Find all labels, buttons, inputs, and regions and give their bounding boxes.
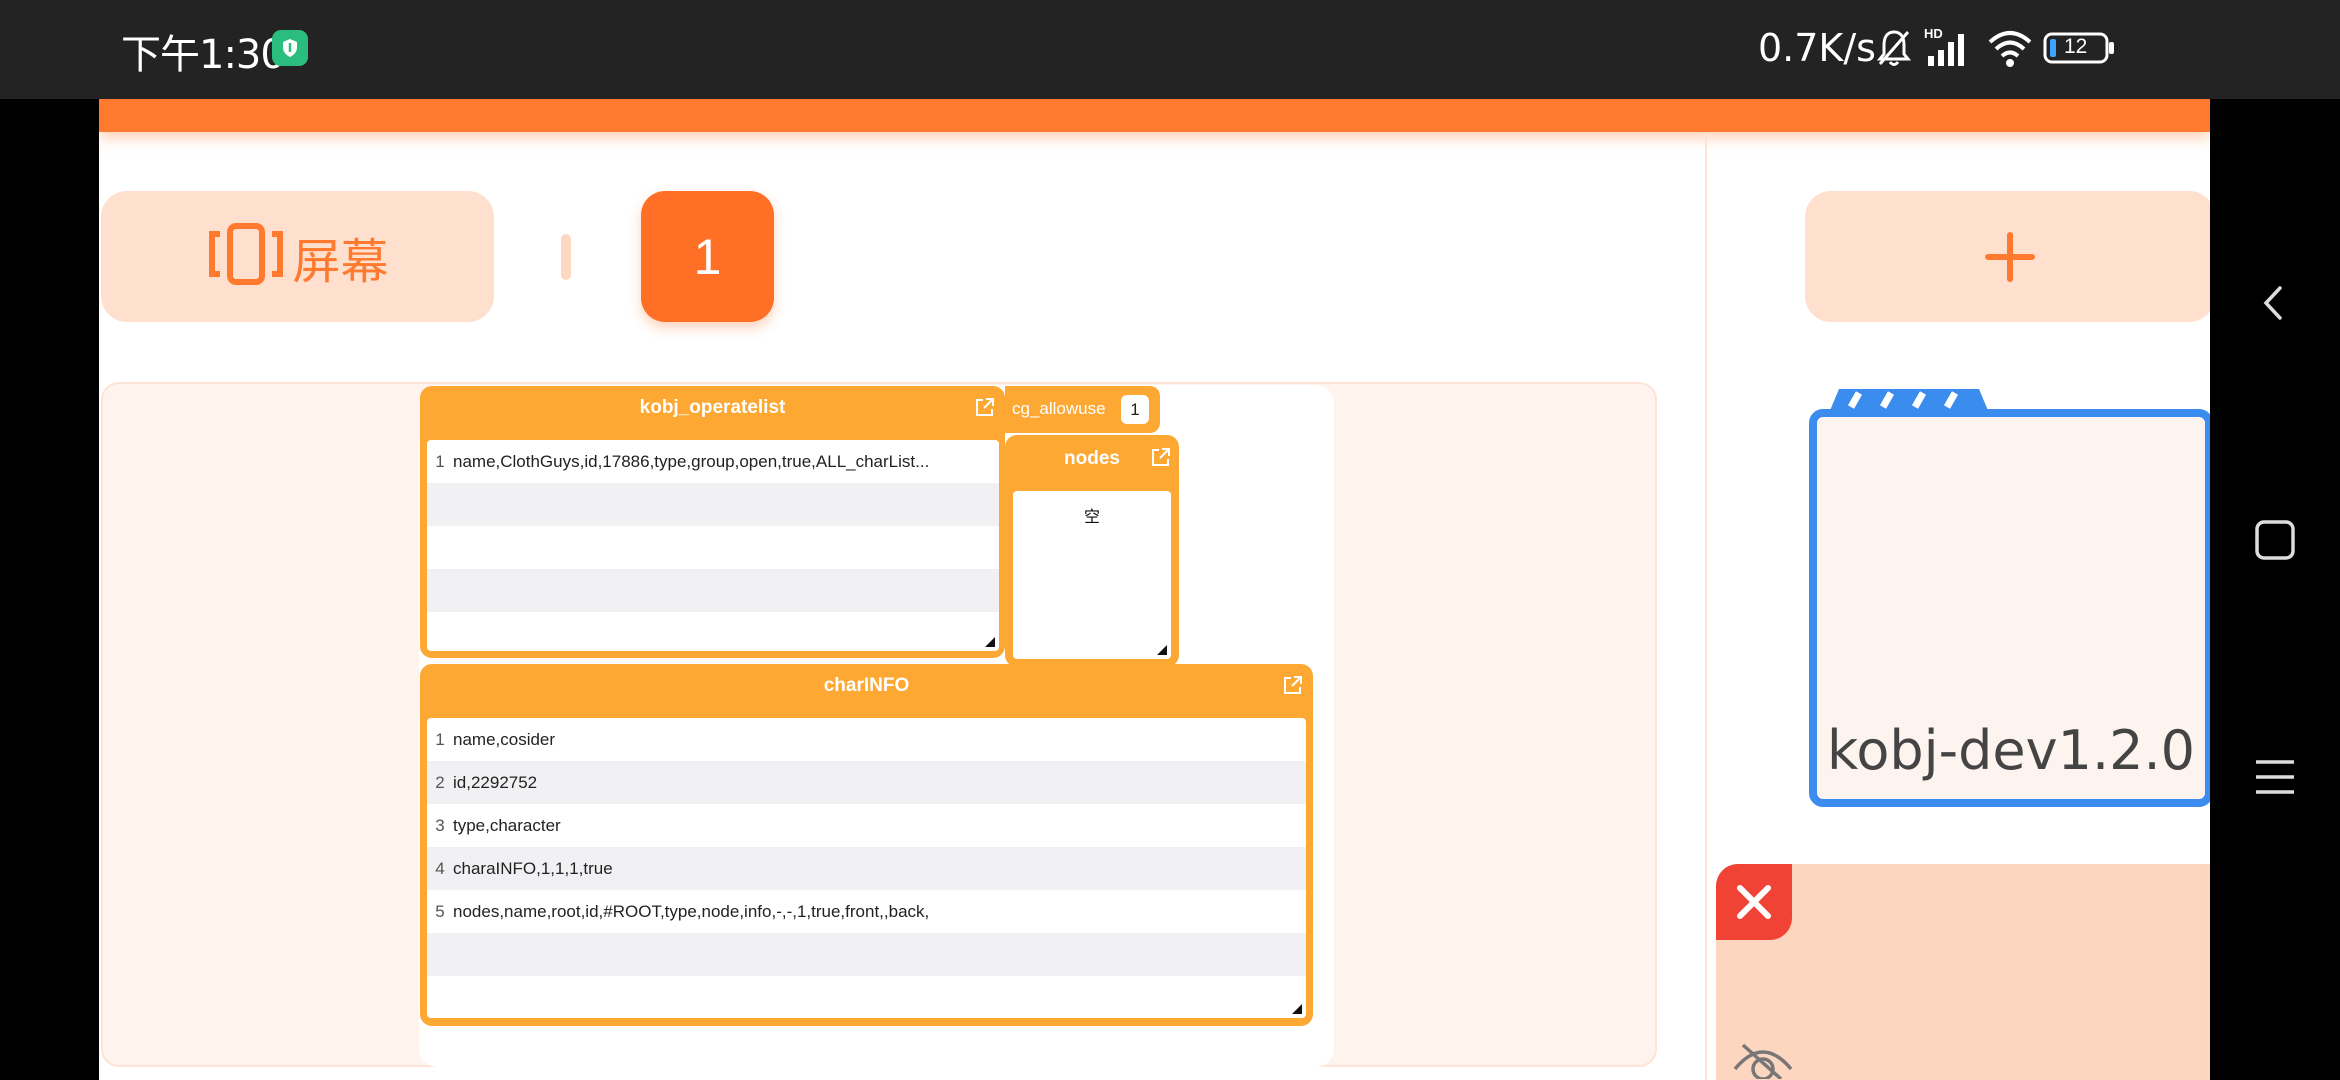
list-row[interactable]: 2 id,2292752	[427, 761, 1306, 804]
cg-allowuse-label: cg_allowuse	[1012, 399, 1106, 418]
row-number: 1	[435, 729, 445, 749]
mute-bell-icon	[1876, 26, 1912, 70]
home-icon[interactable]	[2252, 517, 2298, 563]
list-row-empty[interactable]	[427, 976, 1306, 1018]
close-button[interactable]	[1716, 864, 1792, 940]
row-number: 3	[435, 815, 445, 835]
battery-level: 12	[2064, 35, 2088, 58]
row-number: 2	[435, 772, 445, 792]
charinfo-panel[interactable]: charINFO 1 name,cosider 2 id,2292752 3 type…	[420, 664, 1313, 1026]
network-speed: 0.7K/s	[1758, 26, 1876, 70]
recent-apps-icon[interactable]	[2252, 754, 2298, 800]
tab-1[interactable]: 1	[641, 191, 774, 322]
folder-name: kobj-dev1.2.0	[1826, 719, 2195, 782]
row-number: 5	[435, 901, 445, 921]
cg-allowuse-tag[interactable]: cg_allowuse 1	[1005, 386, 1160, 433]
list-row-empty[interactable]	[427, 569, 999, 612]
cg-allowuse-value[interactable]: 1	[1121, 395, 1149, 424]
row-number: 1	[435, 451, 445, 471]
list-row-empty[interactable]	[427, 612, 999, 651]
external-link-icon[interactable]	[1282, 674, 1304, 696]
external-link-icon[interactable]	[974, 396, 996, 418]
battery-icon: 12	[2042, 26, 2116, 70]
plus-icon	[1985, 231, 2035, 282]
list-row-empty[interactable]	[427, 933, 1306, 976]
row-number: 4	[435, 858, 445, 878]
nodes-panel[interactable]: nodes 空	[1005, 435, 1179, 667]
close-icon	[1737, 885, 1771, 919]
external-link-icon[interactable]	[1150, 446, 1172, 468]
charinfo-list[interactable]: 1 name,cosider 2 id,2292752 3 type,characte…	[427, 718, 1306, 1018]
nodes-list[interactable]: 空	[1013, 491, 1171, 659]
row-text: name,cosider	[453, 729, 556, 749]
app-area: 屏幕 1 kobj_operatelist 1 name,ClothGuys,id…	[99, 99, 2210, 1080]
list-row[interactable]: 4 charaINFO,1,1,1,true	[427, 847, 1306, 890]
resize-handle[interactable]	[985, 637, 995, 647]
nodes-empty-text: 空	[1083, 507, 1100, 526]
list-row[interactable]: 3 type,character	[427, 804, 1306, 847]
screen-button-label: 屏幕	[292, 233, 389, 290]
status-time: 下午1:30	[121, 32, 286, 78]
pane-divider[interactable]	[1705, 132, 1707, 1080]
eye-off-icon[interactable]	[1731, 1039, 1795, 1080]
list-row[interactable]: 5 nodes,name,root,id,#ROOT,type,node,info…	[427, 890, 1306, 933]
list-row-empty[interactable]	[427, 483, 999, 526]
operatelist-panel[interactable]: kobj_operatelist 1 name,ClothGuys,id,1788…	[420, 386, 1005, 658]
operatelist-list[interactable]: 1 name,ClothGuys,id,17886,type,group,open…	[427, 440, 999, 651]
row-text: type,character	[453, 815, 561, 835]
screen-button[interactable]: 屏幕	[101, 191, 494, 322]
signal-icon: HD	[1924, 26, 1974, 70]
wifi-icon	[1987, 26, 2033, 70]
charinfo-title: charINFO	[823, 675, 910, 696]
list-row[interactable]: 1 name,cosider	[427, 718, 1306, 761]
row-text: charaINFO,1,1,1,true	[453, 858, 613, 878]
resize-handle[interactable]	[1157, 645, 1167, 655]
operatelist-title: kobj_operatelist	[639, 397, 786, 418]
screen-rotate-icon	[206, 222, 286, 291]
row-text: id,2292752	[453, 772, 538, 792]
row-text: name,ClothGuys,id,17886,type,group,open,…	[453, 451, 930, 471]
row-text: nodes,name,root,id,#ROOT,type,node,info,…	[453, 901, 930, 921]
top-accent-bar	[99, 99, 2210, 132]
resize-handle[interactable]	[1292, 1004, 1302, 1014]
signal-hd-label: HD	[1924, 26, 1943, 41]
list-row-empty[interactable]	[427, 526, 999, 569]
back-icon[interactable]	[2252, 280, 2298, 326]
add-button[interactable]	[1805, 191, 2210, 322]
list-row[interactable]: 1 name,ClothGuys,id,17886,type,group,open…	[427, 440, 999, 483]
toolbar-divider	[561, 234, 571, 280]
navigation-bar	[2210, 99, 2340, 1080]
shield-icon	[272, 30, 308, 66]
